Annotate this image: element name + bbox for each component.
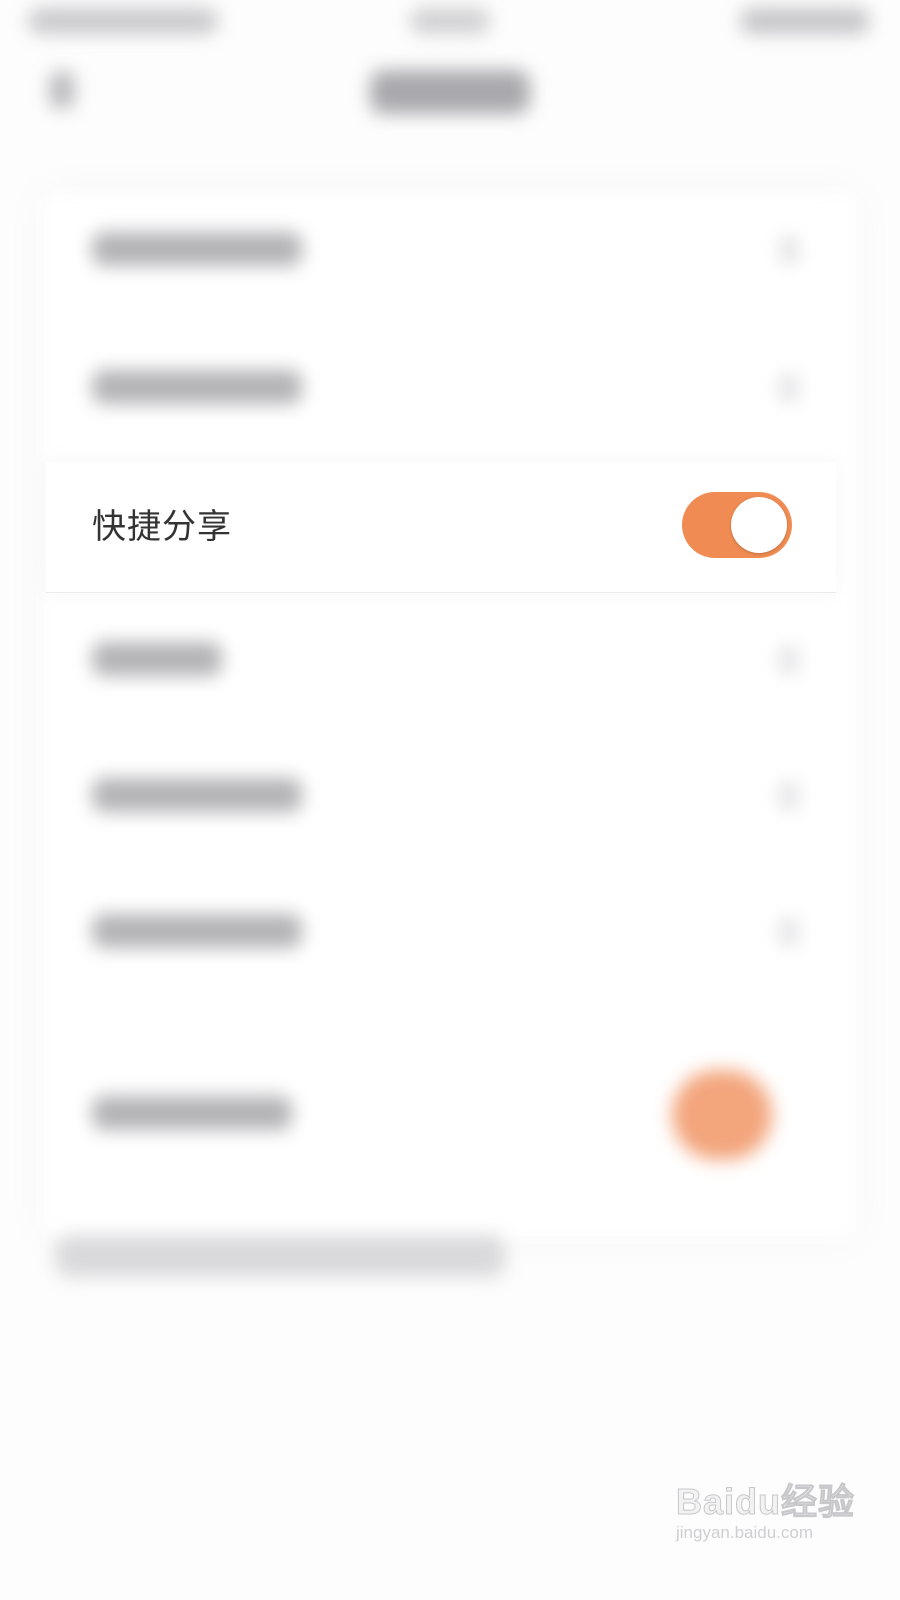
back-icon[interactable] xyxy=(50,72,74,108)
settings-row-quick-share[interactable]: 快捷分享 xyxy=(46,462,836,593)
settings-row-1-label[interactable] xyxy=(92,232,302,266)
settings-row-4-label[interactable] xyxy=(92,642,222,676)
baidu-jingyan-watermark: Baidu经验 jingyan.baidu.com xyxy=(676,1481,866,1552)
watermark-brand: Baidu经验 xyxy=(676,1481,856,1522)
status-bar-right xyxy=(740,8,870,34)
chevron-right-icon xyxy=(780,646,798,674)
status-bar-center xyxy=(410,8,490,34)
watermark-url: jingyan.baidu.com xyxy=(676,1523,814,1542)
chevron-right-icon xyxy=(780,782,798,810)
settings-row-5-label[interactable] xyxy=(92,778,302,812)
toggle-knob[interactable] xyxy=(731,497,787,553)
status-bar-left xyxy=(28,8,218,34)
blurred-background xyxy=(0,0,900,1600)
settings-row-6-label[interactable] xyxy=(92,914,302,948)
settings-row-7-toggle[interactable] xyxy=(672,1070,772,1160)
settings-screen: 快捷分享 Baidu经验 jingyan.baidu.com xyxy=(0,0,900,1600)
settings-row-7-label[interactable] xyxy=(92,1096,292,1130)
chevron-right-icon xyxy=(780,374,798,402)
chevron-right-icon xyxy=(780,236,798,264)
chevron-right-icon xyxy=(780,918,798,946)
settings-row-2-label[interactable] xyxy=(92,370,302,404)
quick-share-label: 快捷分享 xyxy=(92,507,232,547)
page-title xyxy=(370,70,530,114)
quick-share-toggle[interactable] xyxy=(682,492,792,558)
footer-note xyxy=(55,1235,505,1277)
